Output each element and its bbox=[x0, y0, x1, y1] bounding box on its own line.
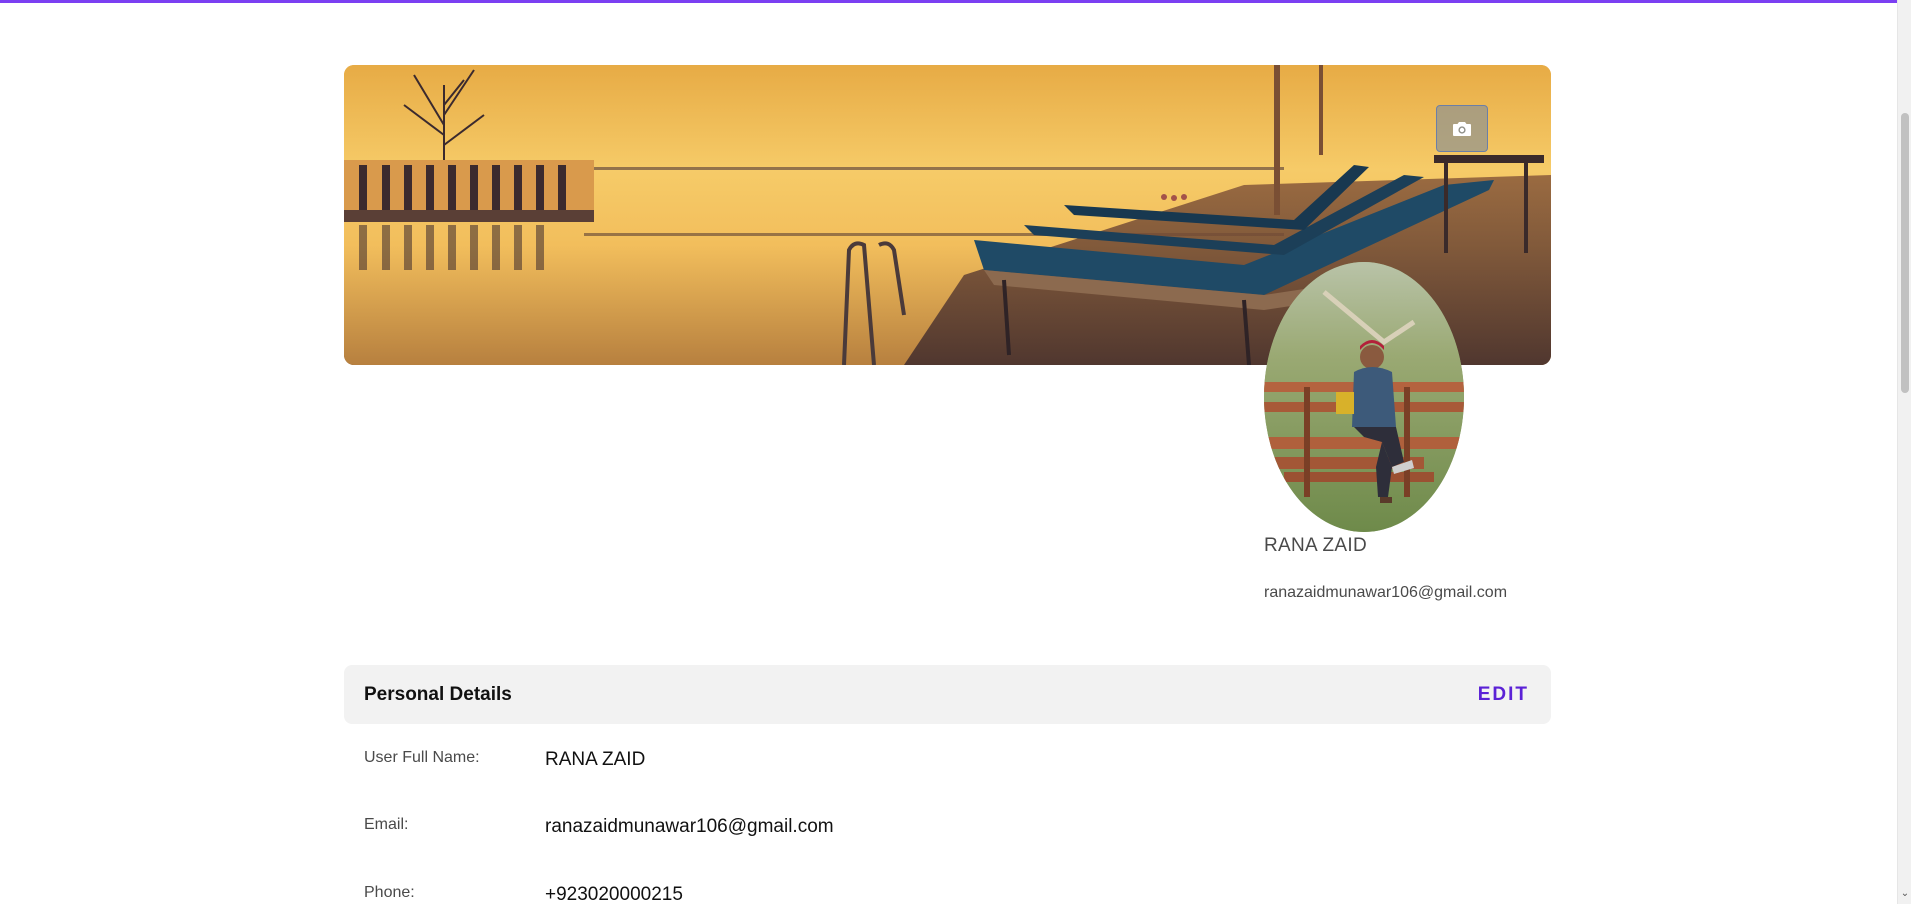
avatar[interactable] bbox=[1264, 262, 1464, 532]
section-title: Personal Details bbox=[364, 683, 512, 705]
change-cover-button[interactable] bbox=[1436, 105, 1488, 152]
page-scrollbar[interactable]: ⌄ bbox=[1897, 0, 1911, 904]
profile-name: RANA ZAID bbox=[1264, 535, 1367, 556]
scrollbar-thumb[interactable] bbox=[1901, 113, 1909, 393]
detail-label: Phone: bbox=[364, 884, 415, 901]
camera-icon bbox=[1453, 121, 1471, 136]
scroll-down-arrow-icon[interactable]: ⌄ bbox=[1900, 888, 1910, 900]
edit-button[interactable]: EDIT bbox=[1478, 684, 1529, 706]
profile-email: ranazaidmunawar106@gmail.com bbox=[1264, 584, 1508, 601]
detail-value: ranazaidmunawar106@gmail.com bbox=[545, 816, 834, 837]
personal-details-header: Personal Details EDIT bbox=[344, 665, 1551, 724]
detail-label: Email: bbox=[364, 816, 409, 833]
profile-page: RANA ZAID ranazaidmunawar106@gmail.com P… bbox=[0, 0, 1897, 905]
detail-label: User Full Name: bbox=[364, 749, 480, 766]
detail-value: +923020000215 bbox=[545, 884, 683, 905]
detail-value: RANA ZAID bbox=[545, 749, 646, 770]
